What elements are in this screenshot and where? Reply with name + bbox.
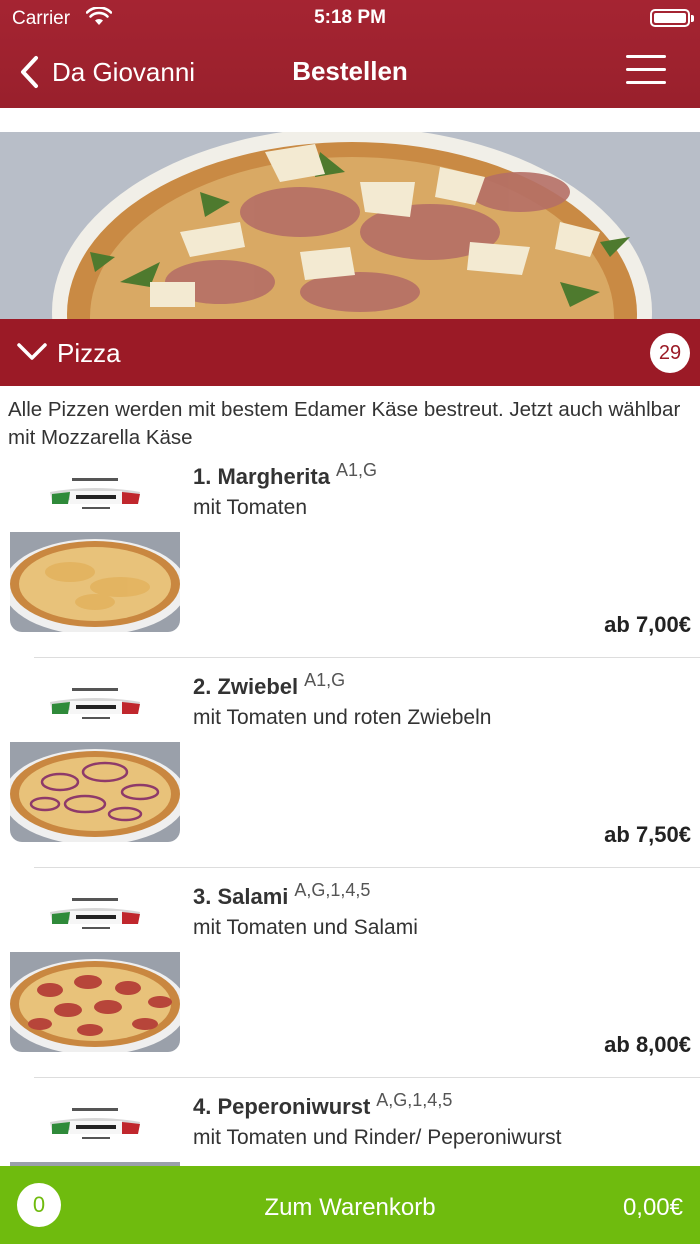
item-allergens: A1,G xyxy=(335,460,377,480)
status-bar: Carrier 5:18 PM xyxy=(0,0,700,36)
restaurant-logo-icon xyxy=(10,884,180,952)
item-price: ab 7,00€ xyxy=(604,612,691,637)
category-description: Alle Pizzen werden mit bestem Edamer Käs… xyxy=(8,398,681,449)
item-description: mit Tomaten und Salami xyxy=(193,916,418,939)
item-thumbnail xyxy=(10,674,180,842)
item-title: 3. Salami A,G,1,4,5 xyxy=(193,880,370,910)
cart-button[interactable]: 0 Zum Warenkorb 0,00€ xyxy=(0,1166,700,1244)
item-thumbnail xyxy=(10,464,180,632)
restaurant-logo-icon xyxy=(10,464,180,532)
item-price: ab 8,00€ xyxy=(604,1032,691,1057)
restaurant-logo-icon xyxy=(10,1094,180,1162)
item-name: 1. Margherita xyxy=(193,464,330,489)
menu-item[interactable]: 2. Zwiebel A1,G mit Tomaten und roten Zwie… xyxy=(0,658,700,868)
category-count-badge: 29 xyxy=(650,333,690,373)
menu-item-list: 1. Margherita A1,G mit Tomaten ab 7,00€ 2. … xyxy=(0,448,700,1166)
back-label: Da Giovanni xyxy=(52,56,196,87)
cart-label: Zum Warenkorb xyxy=(264,1194,436,1221)
chevron-left-icon xyxy=(21,56,38,88)
item-allergens: A1,G xyxy=(304,670,346,690)
restaurant-logo-icon xyxy=(10,674,180,742)
pizza-photo xyxy=(10,532,180,632)
back-button[interactable]: Da Giovanni xyxy=(18,50,195,94)
pizza-photo xyxy=(10,742,180,842)
menu-item[interactable]: 4. Peperoniwurst A,G,1,4,5 mit Tomaten und… xyxy=(0,1078,700,1166)
item-title: 1. Margherita A1,G xyxy=(193,460,377,490)
pizza-photo xyxy=(10,952,180,1052)
category-hero-image xyxy=(0,132,700,320)
item-allergens: A,G,1,4,5 xyxy=(376,1090,453,1110)
item-allergens: A,G,1,4,5 xyxy=(294,880,371,900)
item-title: 2. Zwiebel A1,G xyxy=(193,670,345,700)
item-name: 4. Peperoniwurst xyxy=(193,1094,371,1119)
item-description: mit Tomaten und roten Zwiebeln xyxy=(193,706,492,729)
menu-item[interactable]: 1. Margherita A1,G mit Tomaten ab 7,00€ xyxy=(0,448,700,658)
menu-item[interactable]: 3. Salami A,G,1,4,5 mit Tomaten und Salami… xyxy=(0,868,700,1078)
item-title: 4. Peperoniwurst A,G,1,4,5 xyxy=(193,1090,452,1120)
item-description: mit Tomaten xyxy=(193,496,307,519)
category-header-pizza[interactable]: Pizza 29 xyxy=(0,319,700,386)
cart-total: 0,00€ xyxy=(622,1194,683,1221)
category-name: Pizza xyxy=(57,338,121,368)
status-time: 5:18 PM xyxy=(314,7,386,28)
item-thumbnail xyxy=(10,884,180,1052)
item-thumbnail xyxy=(10,1094,180,1166)
hamburger-menu-icon[interactable] xyxy=(626,55,666,85)
navigation-bar: Carrier 5:18 PM Da Giovanni Bestellen xyxy=(0,0,700,108)
battery-icon xyxy=(650,9,694,27)
item-name: 3. Salami xyxy=(193,884,289,909)
chevron-down-icon xyxy=(17,343,47,360)
item-name: 2. Zwiebel xyxy=(193,674,299,699)
item-price: ab 7,50€ xyxy=(604,822,691,847)
item-description: mit Tomaten und Rinder/ Peperoniwurst xyxy=(193,1126,562,1149)
